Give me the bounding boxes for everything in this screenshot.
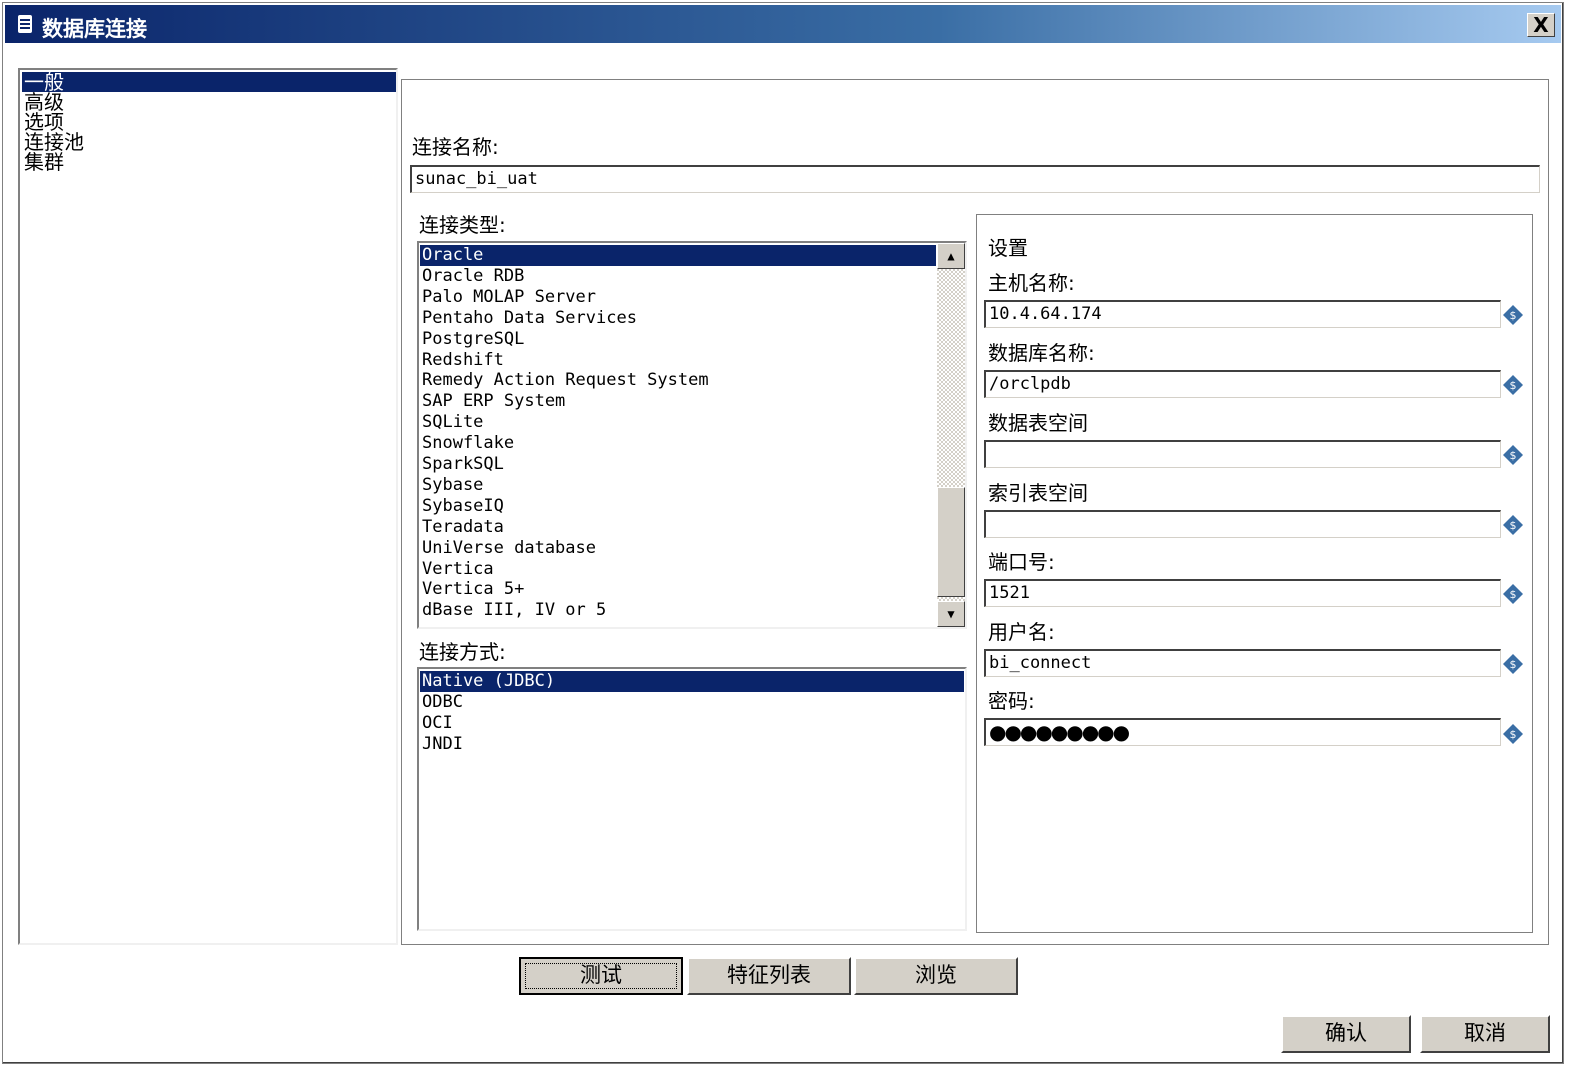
connection-type-item[interactable]: PostgreSQL [422, 329, 524, 350]
svg-text:$: $ [1510, 379, 1517, 392]
connection-type-item[interactable]: Vertica [422, 559, 494, 580]
explore-button[interactable]: 浏览 [854, 957, 1018, 995]
index-tablespace-input[interactable] [984, 510, 1501, 538]
connection-type-scrollbar[interactable]: ▲ ▼ [937, 243, 965, 627]
cancel-button[interactable]: 取消 [1420, 1015, 1550, 1053]
password-input[interactable]: ●●●●●●●●● [984, 718, 1501, 746]
settings-title: 设置 [988, 236, 1028, 260]
scroll-up-button[interactable]: ▲ [937, 243, 965, 269]
database-connection-dialog: 数据库连接 X 一般 高级 选项 连接池 集群 连接名称: sunac_bi_u… [2, 2, 1564, 1064]
svg-text:$: $ [1510, 588, 1517, 601]
arrow-down-icon: ▼ [947, 607, 955, 621]
connection-type-item[interactable]: Vertica 5+ [422, 579, 524, 600]
nav-item-clustering[interactable]: 集群 [24, 152, 64, 172]
database-name-input[interactable]: /orclpdb [984, 370, 1501, 398]
svg-text:$: $ [1510, 658, 1517, 671]
connection-type-item[interactable]: SybaseIQ [422, 496, 504, 517]
variable-icon[interactable]: $ [1502, 723, 1524, 745]
feature-list-button[interactable]: 特征列表 [687, 957, 851, 995]
password-label: 密码: [988, 689, 1035, 713]
nav-item-general[interactable]: 一般 [22, 72, 396, 92]
connection-type-item[interactable]: SQLite [422, 412, 483, 433]
connection-name-label: 连接名称: [412, 135, 499, 159]
connection-name-input[interactable]: sunac_bi_uat [410, 165, 1540, 193]
data-tablespace-label: 数据表空间 [988, 411, 1088, 435]
svg-text:$: $ [1510, 309, 1517, 322]
access-method-item[interactable]: JNDI [422, 734, 463, 755]
ok-button-label: 确认 [1325, 1021, 1367, 1045]
settings-nav-list[interactable]: 一般 高级 选项 连接池 集群 [18, 68, 398, 945]
connection-type-item[interactable]: Remedy Action Request System [422, 370, 709, 391]
host-label: 主机名称: [988, 271, 1075, 295]
arrow-up-icon: ▲ [947, 249, 955, 263]
ok-button[interactable]: 确认 [1281, 1015, 1411, 1053]
connection-type-item[interactable]: Pentaho Data Services [422, 308, 637, 329]
connection-type-item[interactable]: Oracle [420, 245, 936, 266]
index-tablespace-label: 索引表空间 [988, 481, 1088, 505]
title-bar[interactable]: 数据库连接 X [5, 5, 1561, 43]
explore-button-label: 浏览 [915, 963, 957, 987]
database-name-label: 数据库名称: [988, 341, 1095, 365]
scroll-thumb[interactable] [937, 487, 965, 597]
access-method-item[interactable]: ODBC [422, 692, 463, 713]
test-button[interactable]: 测试 [519, 957, 683, 995]
database-icon [18, 15, 32, 33]
svg-text:$: $ [1510, 449, 1517, 462]
connection-type-item[interactable]: SparkSQL [422, 454, 504, 475]
variable-icon[interactable]: $ [1502, 374, 1524, 396]
variable-icon[interactable]: $ [1502, 444, 1524, 466]
variable-icon[interactable]: $ [1502, 583, 1524, 605]
svg-text:$: $ [1510, 519, 1517, 532]
variable-icon[interactable]: $ [1502, 304, 1524, 326]
focus-rect [525, 963, 677, 989]
connection-type-item[interactable]: Snowflake [422, 433, 514, 454]
connection-type-item[interactable]: UniVerse database [422, 538, 596, 559]
connection-type-item[interactable]: Teradata [422, 517, 504, 538]
feature-list-button-label: 特征列表 [727, 963, 811, 987]
host-input[interactable]: 10.4.64.174 [984, 300, 1501, 328]
connection-type-label: 连接类型: [419, 213, 506, 237]
connection-type-item[interactable]: SAP ERP System [422, 391, 565, 412]
connection-type-item[interactable]: Sybase [422, 475, 483, 496]
nav-item-options[interactable]: 选项 [24, 112, 64, 132]
nav-item-advanced[interactable]: 高级 [24, 92, 64, 112]
port-input[interactable]: 1521 [984, 579, 1501, 607]
username-input[interactable]: bi_connect [984, 649, 1501, 677]
variable-icon[interactable]: $ [1502, 653, 1524, 675]
close-icon: X [1533, 13, 1549, 37]
nav-item-pooling[interactable]: 连接池 [24, 132, 84, 152]
port-label: 端口号: [988, 550, 1055, 574]
connection-type-item[interactable]: dBase III, IV or 5 [422, 600, 606, 621]
access-method-item[interactable]: Native (JDBC) [420, 671, 964, 692]
scroll-down-button[interactable]: ▼ [937, 601, 965, 627]
connection-type-list[interactable]: Oracle Oracle RDB Palo MOLAP Server Pentaho… [417, 241, 967, 629]
connection-type-item[interactable]: Palo MOLAP Server [422, 287, 596, 308]
close-button[interactable]: X [1527, 13, 1555, 37]
svg-text:$: $ [1510, 728, 1517, 741]
window-title: 数据库连接 [42, 17, 147, 41]
username-label: 用户名: [988, 620, 1055, 644]
connection-type-item[interactable]: Oracle RDB [422, 266, 524, 287]
access-method-list[interactable]: Native (JDBC) ODBC OCI JNDI [417, 667, 967, 931]
connection-type-item[interactable]: Redshift [422, 350, 504, 371]
access-label: 连接方式: [419, 640, 506, 664]
access-method-item[interactable]: OCI [422, 713, 453, 734]
cancel-button-label: 取消 [1464, 1021, 1506, 1045]
variable-icon[interactable]: $ [1502, 514, 1524, 536]
data-tablespace-input[interactable] [984, 440, 1501, 468]
